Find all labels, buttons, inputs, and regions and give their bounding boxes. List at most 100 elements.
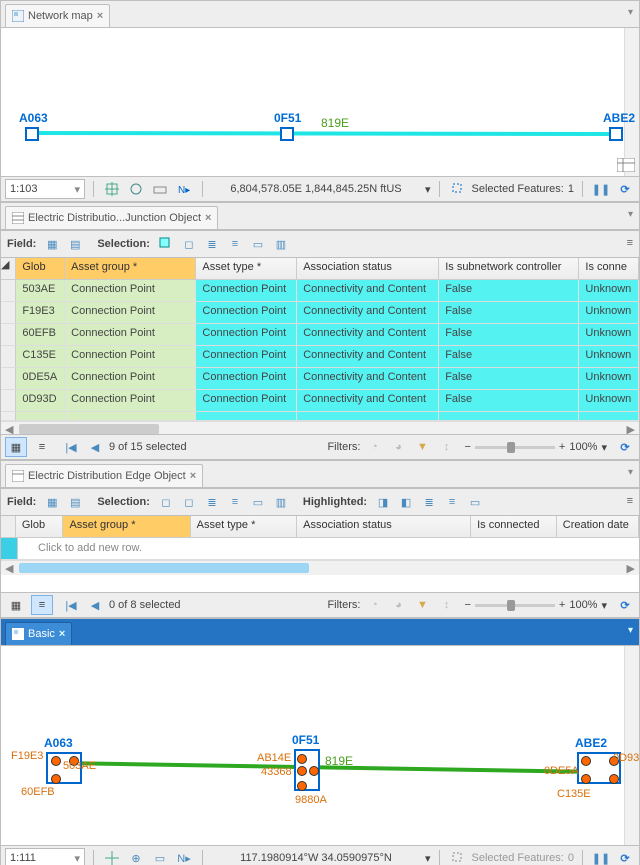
vertical-scrollbar[interactable] [624,646,639,845]
scale-input[interactable]: 1:103▾ [5,179,85,199]
tab-junction[interactable]: Electric Distributio...Junction Object × [5,206,218,229]
zoom-out[interactable]: − [464,441,470,453]
col-glob[interactable]: Glob [16,516,64,537]
t1-grid[interactable]: ◢ Glob Asset group * Asset type * Associ… [1,258,639,434]
prev-icon[interactable]: ◀ [85,437,105,457]
sel-icon6[interactable]: ▥ [271,234,291,254]
first-icon[interactable]: |◀ [61,437,81,457]
junction-dot[interactable] [309,766,319,776]
refresh-icon[interactable]: ⟳ [615,437,635,457]
refresh-icon[interactable]: ⟳ [615,179,635,199]
rowview-icon[interactable]: ▦ [5,437,27,457]
vertical-scrollbar[interactable] [624,28,639,176]
refresh-icon[interactable]: ⟳ [615,848,635,865]
chevron-down-icon[interactable]: ▾ [628,467,633,478]
junction-dot[interactable] [51,756,61,766]
junction-dot[interactable] [581,774,591,784]
table-icon[interactable] [617,158,635,172]
hscroll2[interactable]: ◀▶ [1,560,639,575]
col-conn[interactable]: Is conne [579,258,639,279]
map2-canvas[interactable]: A0630F51ABE2F19E3503AE60EFBAB14E43368988… [1,646,639,845]
table-row[interactable]: 503AEConnection PointConnection PointCon… [1,280,639,302]
col-conn[interactable]: Is connected [471,516,557,537]
filter-icon2[interactable]: ◕ [388,437,408,457]
sel-icon[interactable] [156,234,176,254]
junction-dot[interactable] [297,754,307,764]
tb-icon2[interactable] [126,179,146,199]
tb-icon3[interactable] [150,179,170,199]
tab-network-map[interactable]: Network map × [5,4,110,27]
table-row[interactable]: C135EConnection PointConnection PointCon… [1,346,639,368]
junction-dot[interactable] [609,774,619,784]
t2-body[interactable]: Click to add new row. [1,538,639,560]
field-icon2[interactable]: ▤ [65,234,85,254]
rowview-icon[interactable]: ▦ [5,595,27,615]
zoom-in[interactable]: + [559,441,565,453]
junction-dot[interactable] [581,756,591,766]
junction-dot[interactable] [51,774,61,784]
col-assettype[interactable]: Asset type * [196,258,297,279]
tab-basic[interactable]: Basic × [5,622,72,645]
filter-icon1[interactable]: ◔ [364,437,384,457]
zoom-slider[interactable] [475,446,555,449]
col-assetgroup[interactable]: Asset group * [63,516,190,537]
table-row[interactable]: 0D93DConnection PointConnection PointCon… [1,390,639,412]
col-assocstatus[interactable]: Association status [297,516,471,537]
tb-icon4[interactable]: N▸ [174,179,194,199]
table-row[interactable]: F19E3Connection PointConnection PointCon… [1,302,639,324]
t1-body[interactable]: 503AEConnection PointConnection PointCon… [1,280,639,421]
col-assetgroup[interactable]: Asset group * [65,258,196,279]
hscroll[interactable]: ◀▶ [1,421,639,434]
filter-icon3[interactable]: ▼ [412,437,432,457]
col-creation[interactable]: Creation date [557,516,639,537]
chevron-down-icon[interactable]: ▾ [628,625,633,636]
tb-icon4[interactable]: N▸ [174,848,194,865]
t2-grid[interactable]: Glob Asset group * Asset type * Associat… [1,516,639,592]
node-ABE2[interactable] [609,127,623,141]
prev-icon[interactable]: ◀ [85,595,105,615]
close-icon[interactable]: × [205,212,211,224]
field-icon1[interactable]: ▦ [42,234,62,254]
col-glob[interactable]: Glob [16,258,65,279]
select-icon[interactable] [448,179,468,199]
tab-edge[interactable]: Electric Distribution Edge Object × [5,464,203,487]
sel-icon2[interactable]: ◻ [179,234,199,254]
col-subnet[interactable]: Is subnetwork controller [439,258,579,279]
menu-icon[interactable]: ≡ [627,237,633,249]
close-icon[interactable]: × [97,10,103,22]
junction-dot[interactable] [297,766,307,776]
tb-icon3[interactable]: ▭ [150,848,170,865]
chevron-down-icon[interactable]: ▾ [628,7,633,18]
close-icon[interactable]: × [190,470,196,482]
f-icon[interactable]: ▦ [42,492,62,512]
close-icon[interactable]: × [59,628,65,640]
menu-icon[interactable]: ≡ [627,495,633,507]
sel-icon5[interactable]: ▭ [248,234,268,254]
table-row[interactable]: 60EFBConnection PointConnection PointCon… [1,324,639,346]
node-A063[interactable] [25,127,39,141]
s-icon[interactable]: ◻ [156,492,176,512]
select-icon[interactable] [448,848,468,865]
f-icon2[interactable]: ▤ [65,492,85,512]
pause-icon[interactable]: ❚❚ [591,848,611,865]
refresh-icon[interactable]: ⟳ [615,595,635,615]
scale-input[interactable]: 1:111▾ [5,848,85,865]
first-icon[interactable]: |◀ [61,595,81,615]
col-assocstatus[interactable]: Association status [297,258,439,279]
listview-icon[interactable]: ≡ [31,595,53,615]
pause-icon[interactable]: ❚❚ [591,179,611,199]
map1-canvas[interactable]: A0630F51ABE2819E [1,28,639,176]
node-0F51[interactable] [280,127,294,141]
junction-dot[interactable] [297,781,307,791]
listview-icon[interactable]: ≡ [31,437,53,457]
tb-icon[interactable] [102,848,122,865]
tb-icon[interactable] [102,179,122,199]
sel-icon3[interactable]: ≣ [202,234,222,254]
chevron-down-icon[interactable]: ▾ [628,209,633,220]
filter-icon4[interactable]: ↕ [436,437,456,457]
sel-icon4[interactable]: ≡ [225,234,245,254]
table-row[interactable] [1,412,639,421]
table-row[interactable]: 0DE5AConnection PointConnection PointCon… [1,368,639,390]
add-row[interactable]: Click to add new row. [1,538,639,560]
tb-icon2[interactable]: ⊕ [126,848,146,865]
